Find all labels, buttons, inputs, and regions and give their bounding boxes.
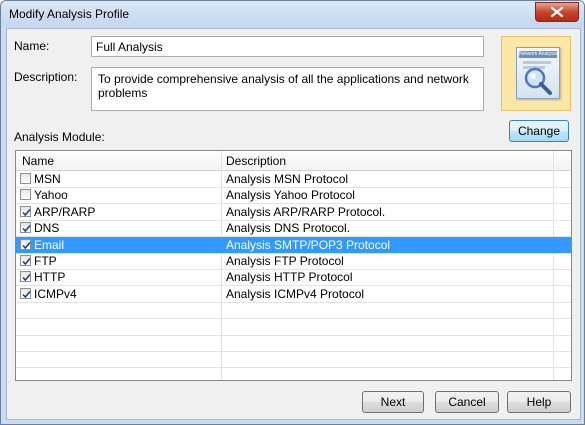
row-name: HTTP xyxy=(34,270,66,285)
row-description: Analysis MSN Protocol xyxy=(226,172,349,186)
row-checkbox[interactable] xyxy=(20,271,31,283)
description-field[interactable]: To provide comprehensive analysis of all… xyxy=(91,67,484,111)
close-icon xyxy=(551,7,563,17)
row-name: MSN xyxy=(34,172,61,186)
row-description: Analysis FTP Protocol xyxy=(226,254,344,268)
name-label: Name: xyxy=(14,39,50,53)
table-row[interactable]: DNS Analysis DNS Protocol. xyxy=(16,220,571,238)
empty-row xyxy=(16,302,571,320)
row-name: ARP/RARP xyxy=(34,204,96,219)
row-description: Analysis HTTP Protocol xyxy=(226,270,353,285)
table-row[interactable]: Yahoo Analysis Yahoo Protocol xyxy=(16,187,571,205)
dialog-body: Name: Full Analysis Description: To prov… xyxy=(6,28,581,420)
profile-logo: Network Analysis xyxy=(501,36,571,111)
row-name: FTP xyxy=(34,254,57,268)
analysis-module-grid: Name Description MSN Analysis MSN Protoco… xyxy=(15,150,572,381)
row-checkbox[interactable] xyxy=(20,238,31,250)
window-title: Modify Analysis Profile xyxy=(9,7,130,21)
row-checkbox[interactable] xyxy=(20,255,31,266)
table-row[interactable]: ARP/RARP Analysis ARP/RARP Protocol. xyxy=(16,204,571,221)
description-label: Description: xyxy=(14,70,78,84)
checkmark-icon xyxy=(22,274,31,282)
checkmark-icon xyxy=(22,257,31,266)
table-row[interactable]: ICMPv4 Analysis ICMPv4 Protocol xyxy=(16,286,571,303)
row-checkbox[interactable] xyxy=(20,222,31,234)
grid-header: Name Description xyxy=(16,151,571,171)
row-name: Yahoo xyxy=(34,188,68,203)
empty-row xyxy=(16,351,571,369)
row-checkbox[interactable] xyxy=(20,205,31,217)
checkmark-icon xyxy=(22,208,31,217)
row-description: Analysis ICMPv4 Protocol xyxy=(226,286,365,301)
change-button[interactable]: Change xyxy=(509,120,569,142)
modify-analysis-profile-dialog: Modify Analysis Profile Name: Full Analy… xyxy=(0,0,585,425)
help-button[interactable]: Help xyxy=(507,391,571,413)
empty-row xyxy=(16,319,571,336)
logo-card: Network Analysis xyxy=(516,47,560,99)
checkmark-icon xyxy=(22,290,31,299)
row-description: Analysis SMTP/POP3 Protocol xyxy=(226,237,391,252)
row-name: Email xyxy=(34,237,65,252)
row-checkbox[interactable] xyxy=(20,287,31,299)
column-header-description[interactable]: Description xyxy=(226,154,286,168)
next-button[interactable]: Next xyxy=(362,391,424,413)
row-checkbox[interactable] xyxy=(20,189,31,201)
close-button[interactable] xyxy=(535,2,579,22)
table-row[interactable]: Email Analysis SMTP/POP3 Protocol xyxy=(16,236,571,254)
name-field[interactable]: Full Analysis xyxy=(91,36,484,57)
checkmark-icon xyxy=(22,225,31,233)
table-row[interactable]: HTTP Analysis HTTP Protocol xyxy=(16,269,571,287)
cancel-button[interactable]: Cancel xyxy=(435,391,499,413)
title-bar[interactable]: Modify Analysis Profile xyxy=(1,1,584,27)
analysis-module-label: Analysis Module: xyxy=(14,130,105,144)
row-description: Analysis Yahoo Protocol xyxy=(226,188,355,203)
table-row[interactable]: MSN Analysis MSN Protocol xyxy=(16,171,571,188)
table-row[interactable]: FTP Analysis FTP Protocol xyxy=(16,253,571,270)
row-description: Analysis DNS Protocol. xyxy=(226,221,351,236)
row-description: Analysis ARP/RARP Protocol. xyxy=(226,204,386,219)
empty-row xyxy=(16,335,571,352)
column-header-name[interactable]: Name xyxy=(22,154,54,168)
row-name: DNS xyxy=(34,221,60,236)
row-name: ICMPv4 xyxy=(34,286,77,301)
empty-row xyxy=(16,368,571,380)
row-checkbox[interactable] xyxy=(20,173,31,184)
checkmark-icon xyxy=(22,241,31,249)
